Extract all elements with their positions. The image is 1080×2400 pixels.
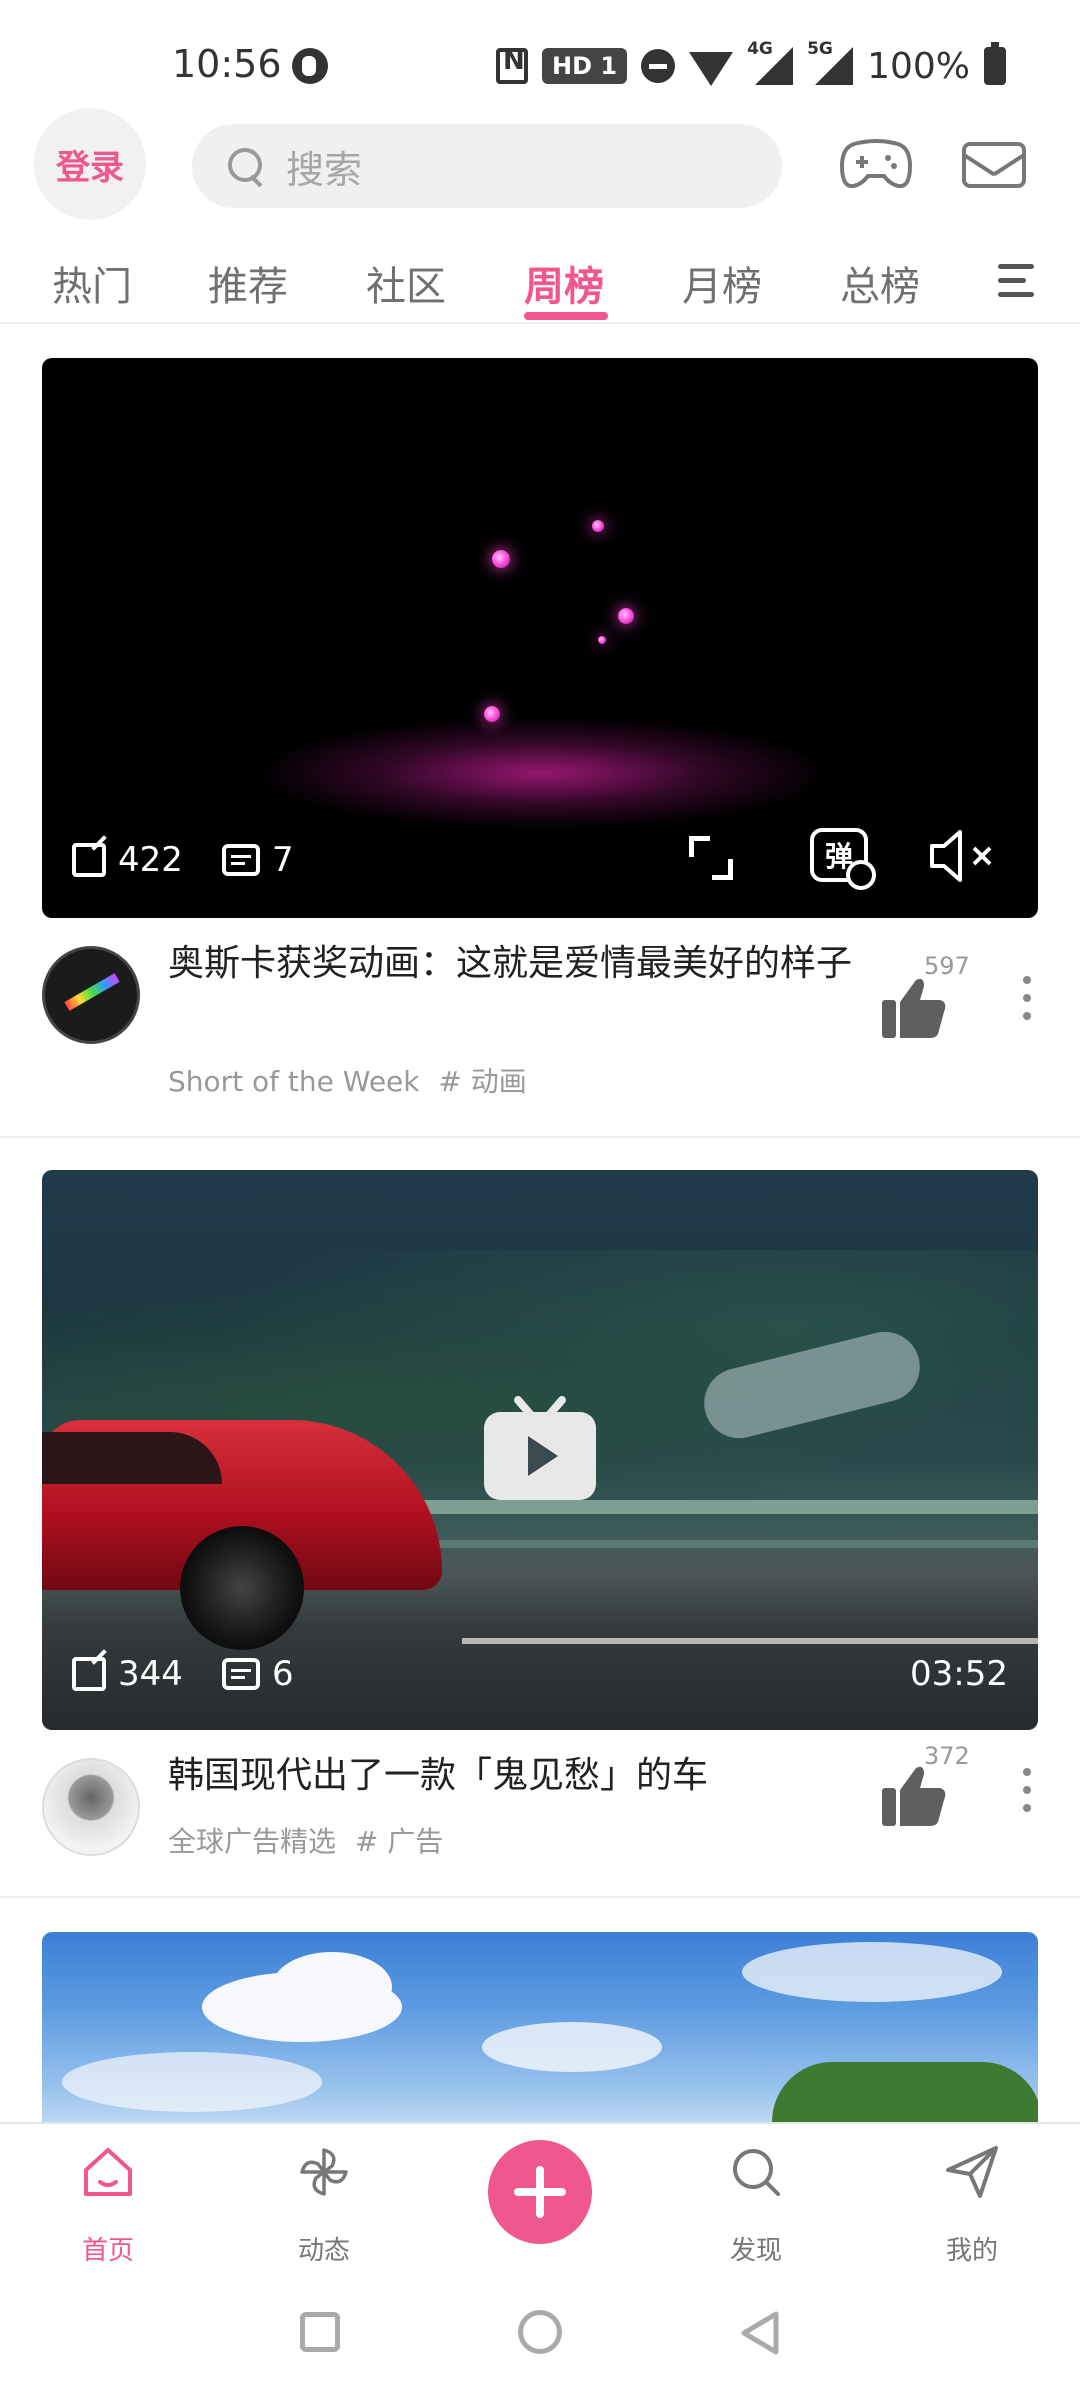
feed-card[interactable]: 422 7 弹 奥斯卡获奖动画：这就是爱情最美好的样子 Short of the… [0, 358, 1080, 1136]
signal-5g-icon: 5G [807, 39, 854, 85]
comment-icon [222, 844, 260, 876]
status-time: 10:56 [172, 42, 282, 86]
comment-count: 7 [222, 840, 294, 880]
tab-recommend[interactable]: 推荐 [208, 254, 288, 312]
tab-community[interactable]: 社区 [366, 254, 446, 312]
guardrail-lower [342, 1540, 1038, 1548]
glowing-orb [484, 706, 500, 722]
comment-icon [222, 1658, 260, 1690]
danmaku-toggle-button[interactable]: 弹 [810, 828, 876, 890]
search-icon [226, 146, 266, 186]
glowing-orb [492, 550, 510, 568]
battery-percent: 100% [867, 45, 970, 87]
thumbs-up-icon[interactable] [880, 1762, 966, 1832]
divider [0, 1136, 1080, 1138]
search-placeholder: 搜索 [286, 147, 363, 192]
video-channel[interactable]: Short of the Week # 动画 [168, 1060, 527, 1100]
category-tabs: 热门 推荐 社区 周榜 月榜 总榜 [0, 236, 1080, 324]
cloud [742, 1942, 1002, 2002]
like-count: 597 [924, 952, 970, 980]
nav-discover[interactable]: 发现 [696, 2144, 816, 2266]
guardrail [342, 1500, 1038, 1514]
hd-voice-icon: HD 1 [542, 48, 628, 84]
search-icon [733, 2149, 780, 2196]
search-bar[interactable]: 搜索 [192, 124, 782, 208]
video-glow [262, 718, 822, 828]
tab-weekly[interactable]: 周榜 [524, 254, 604, 312]
paper-plane-icon [946, 2146, 998, 2198]
video-channel[interactable]: 全球广告精选 # 广告 [168, 1820, 443, 1860]
road-marking [462, 1638, 1038, 1644]
like-count: 372 [924, 1742, 970, 1770]
tab-all-time[interactable]: 总榜 [840, 254, 920, 312]
share-icon [72, 1657, 106, 1691]
nav-home[interactable]: 首页 [48, 2144, 168, 2266]
app-notification-icon [292, 48, 328, 84]
nav-feed[interactable]: 动态 [264, 2144, 384, 2266]
tab-active-indicator [524, 312, 608, 320]
feed-card[interactable]: 344 6 03:52 韩国现代出了一款「鬼见愁」的车 全球广告精选 # 广告 … [0, 1170, 1080, 1898]
gamepad-icon[interactable] [840, 136, 912, 192]
treeline [772, 2062, 1038, 2122]
add-post-button[interactable] [488, 2140, 592, 2244]
play-icon[interactable] [482, 1396, 598, 1502]
login-button[interactable]: 登录 [34, 108, 146, 220]
share-count: 344 [72, 1654, 183, 1694]
channel-tag: # 广告 [354, 1825, 444, 1858]
divider [0, 1896, 1080, 1898]
cloud [272, 1952, 392, 2022]
more-options-icon[interactable] [1022, 1768, 1032, 1812]
nfc-icon [496, 46, 529, 84]
video-player[interactable]: 344 6 03:52 [42, 1170, 1038, 1730]
recents-button[interactable] [300, 2312, 340, 2352]
status-icons: HD 1 4G 5G 100% [496, 39, 1006, 88]
share-icon [72, 843, 106, 877]
feed-card[interactable] [0, 1932, 1080, 2122]
avatar[interactable] [42, 1758, 140, 1856]
thumbs-up-icon[interactable] [880, 974, 966, 1044]
channel-name: 全球广告精选 [168, 1825, 337, 1858]
video-title[interactable]: 韩国现代出了一款「鬼见愁」的车 [168, 1750, 868, 1802]
do-not-disturb-icon [641, 49, 676, 83]
nav-profile[interactable]: 我的 [912, 2144, 1032, 2266]
channel-name: Short of the Week [168, 1065, 420, 1098]
fullscreen-icon[interactable] [689, 836, 733, 880]
wifi-icon [689, 52, 734, 86]
back-button[interactable] [738, 2310, 782, 2356]
mute-icon[interactable] [928, 828, 998, 884]
video-duration: 03:52 [910, 1654, 1008, 1694]
more-options-icon[interactable] [1022, 976, 1032, 1020]
car-window [42, 1432, 222, 1484]
glowing-orb [618, 608, 634, 624]
share-count: 422 [72, 840, 183, 880]
status-bar: 10:56 HD 1 4G 5G 100% [0, 0, 1080, 110]
signal-4g-icon: 4G [747, 39, 794, 85]
glowing-orb [598, 636, 606, 644]
tab-menu-icon[interactable] [998, 262, 1038, 300]
cloud [482, 2022, 662, 2072]
home-icon [84, 2148, 132, 2196]
tab-monthly[interactable]: 月榜 [682, 254, 762, 312]
glowing-orb [592, 520, 604, 532]
video-thumbnail[interactable] [42, 1932, 1038, 2122]
avatar[interactable] [42, 946, 140, 1044]
video-player[interactable]: 422 7 弹 [42, 358, 1038, 918]
mail-icon[interactable] [962, 142, 1026, 188]
cloud [62, 2052, 322, 2112]
channel-tag: # 动画 [438, 1065, 527, 1098]
battery-icon [984, 42, 1006, 85]
system-navigation-bar [0, 2262, 1080, 2400]
pinwheel-icon [300, 2148, 348, 2196]
tab-hot[interactable]: 热门 [52, 254, 132, 312]
comment-count: 6 [222, 1654, 294, 1694]
home-button[interactable] [518, 2310, 562, 2354]
disabled-badge-icon [846, 860, 876, 890]
car-wheel [180, 1526, 304, 1650]
video-title[interactable]: 奥斯卡获奖动画：这就是爱情最美好的样子 [168, 938, 868, 990]
